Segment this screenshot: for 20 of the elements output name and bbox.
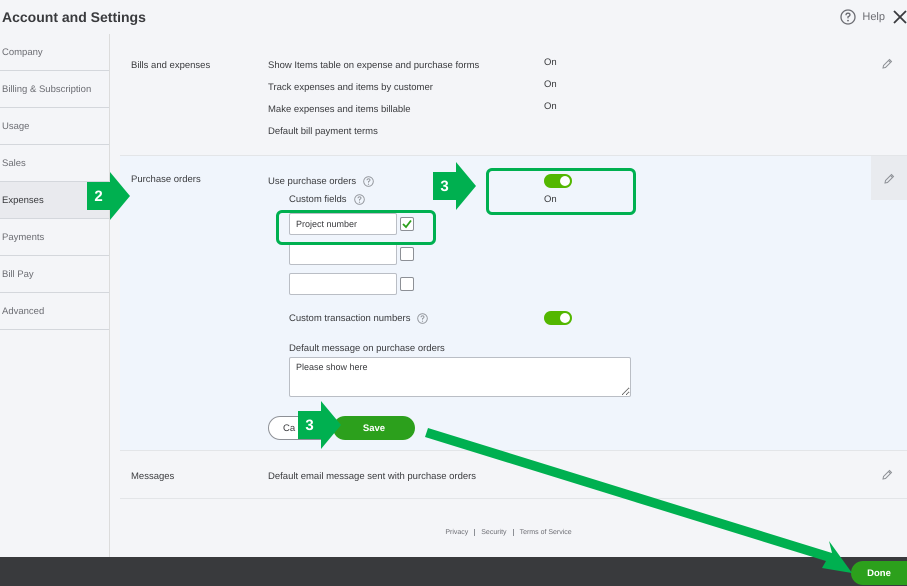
section-title: Bills and expenses — [131, 59, 212, 73]
setting-label: Custom transaction numbers — [289, 312, 410, 324]
step-callout-tooltip: 3 — [298, 401, 341, 449]
step-callout-tooltip: 3 — [433, 162, 476, 210]
setting-value: On — [544, 79, 558, 92]
section-title: Messages — [131, 470, 176, 482]
setting-label: Make expenses and items billable — [268, 104, 412, 115]
section-title: Purchase orders — [131, 173, 202, 187]
setting-label: Track expenses and items by customer — [268, 82, 434, 93]
setting-value: On — [544, 194, 558, 205]
field-label: Default message on purchase orders — [289, 343, 445, 354]
setting-label: Show Items table on expense and purchase forms — [268, 60, 480, 71]
setting-value: On — [544, 101, 558, 114]
setting-label: Default bill payment terms — [268, 126, 379, 137]
setting-value: On — [544, 57, 558, 70]
window-title: Account and Settings — [2, 9, 146, 25]
setting-label: Custom fields — [289, 194, 347, 205]
setting-label: Default email message sent with purchase orders — [268, 471, 478, 482]
setting-label: Use purchase orders — [268, 176, 356, 186]
step-callout-tooltip: 2 — [87, 172, 130, 220]
